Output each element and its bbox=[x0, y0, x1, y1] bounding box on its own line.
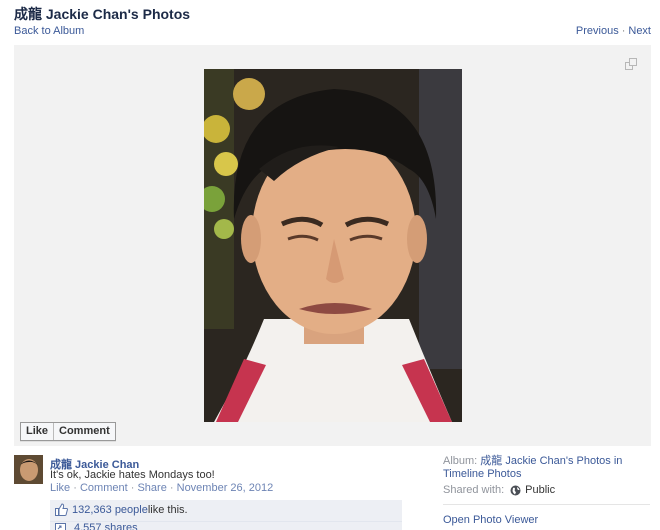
likes-count-link[interactable]: 132,363 people bbox=[72, 504, 148, 516]
photo-actions: Like Comment bbox=[20, 422, 116, 441]
meta-separator: · bbox=[73, 482, 77, 494]
open-photo-viewer-link[interactable]: Open Photo Viewer bbox=[443, 514, 538, 526]
post-meta: Like · Comment · Share · November 26, 20… bbox=[50, 482, 273, 494]
engagement-box: 132,363 people like this. 4,557 shares bbox=[50, 500, 402, 530]
like-button[interactable]: Like bbox=[21, 423, 54, 440]
meta-separator: · bbox=[169, 482, 174, 494]
sidebar-divider bbox=[443, 504, 650, 505]
meta-comment-link[interactable]: Comment bbox=[80, 482, 128, 494]
shared-with-label: Shared with: bbox=[443, 484, 505, 496]
photo-caption: It's ok, Jackie hates Mondays too! bbox=[50, 469, 215, 481]
fullscreen-icon[interactable] bbox=[625, 58, 637, 70]
portrait-image bbox=[204, 69, 462, 422]
shares-count-link[interactable]: 4,557 shares bbox=[74, 522, 138, 530]
thumbs-up-icon bbox=[55, 503, 68, 516]
album-info: Album: 成龍 Jackie Chan's Photos in Timeli… bbox=[443, 455, 643, 481]
avatar-image bbox=[14, 455, 43, 484]
likes-row: 132,363 people like this. bbox=[55, 503, 188, 516]
previous-link[interactable]: Previous bbox=[576, 25, 619, 37]
likes-suffix: like this. bbox=[147, 503, 188, 516]
share-icon bbox=[55, 523, 66, 530]
main-photo[interactable] bbox=[204, 69, 462, 422]
back-to-album-link[interactable]: Back to Album bbox=[14, 25, 84, 37]
meta-like-link[interactable]: Like bbox=[50, 482, 70, 494]
privacy-value[interactable]: Public bbox=[525, 484, 555, 496]
photo-stage bbox=[14, 45, 651, 446]
post-date-link[interactable]: November 26, 2012 bbox=[177, 482, 274, 494]
globe-icon bbox=[510, 485, 521, 495]
album-label: Album: bbox=[443, 455, 481, 467]
meta-separator: · bbox=[130, 482, 135, 494]
shares-row: 4,557 shares bbox=[55, 522, 138, 530]
photo-navigation: Previous · Next bbox=[576, 25, 651, 37]
page-title: 成龍 Jackie Chan's Photos bbox=[14, 6, 191, 22]
next-link[interactable]: Next bbox=[628, 25, 651, 37]
comment-button[interactable]: Comment bbox=[53, 423, 115, 440]
nav-separator: · bbox=[621, 25, 626, 37]
meta-share-link[interactable]: Share bbox=[137, 482, 166, 494]
avatar[interactable] bbox=[14, 455, 43, 484]
privacy-info: Shared with: Public bbox=[443, 484, 555, 496]
